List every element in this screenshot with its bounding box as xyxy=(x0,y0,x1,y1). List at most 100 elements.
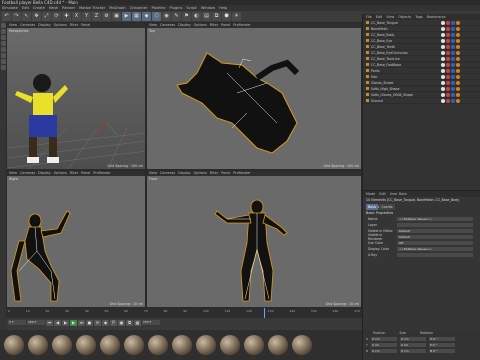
tool-icon[interactable] xyxy=(0,59,6,64)
tag-icon[interactable] xyxy=(451,44,455,49)
attribute-value[interactable] xyxy=(397,253,473,257)
toolbar-icon[interactable]: ☀ xyxy=(232,12,241,21)
tag-icon[interactable] xyxy=(451,68,455,73)
tag-icon[interactable] xyxy=(456,20,460,25)
tag-icon[interactable] xyxy=(456,92,460,97)
tag-icon[interactable] xyxy=(446,50,450,55)
tag-icon[interactable] xyxy=(441,92,445,97)
tag-icon[interactable] xyxy=(446,86,450,91)
material-swatch[interactable] xyxy=(76,335,96,355)
attribute-value[interactable]: <<Multiple Values>> xyxy=(397,247,473,251)
tag-icon[interactable] xyxy=(451,26,455,31)
tag-icon[interactable] xyxy=(441,80,445,85)
tag-icon[interactable] xyxy=(451,50,455,55)
tag-icon[interactable] xyxy=(456,80,460,85)
viewport-front[interactable]: View Cameras Display Options Filter Pane… xyxy=(146,170,362,308)
toolbar-icon[interactable]: Y xyxy=(82,12,91,21)
tag-icon[interactable] xyxy=(451,62,455,67)
tag-icon[interactable] xyxy=(451,38,455,43)
toolbar-icon[interactable]: ▦ xyxy=(132,12,141,21)
tag-icon[interactable] xyxy=(456,62,460,67)
tag-icon[interactable] xyxy=(441,56,445,61)
tag-icon[interactable] xyxy=(451,86,455,91)
coord-rotation-field[interactable]: P 0 ° xyxy=(428,343,455,347)
tag-icon[interactable] xyxy=(441,20,445,25)
tag-icon[interactable] xyxy=(441,38,445,43)
tag-icon[interactable] xyxy=(441,62,445,67)
tag-icon[interactable] xyxy=(441,86,445,91)
toolbar-icon[interactable]: Z xyxy=(92,12,101,21)
tag-icon[interactable] xyxy=(441,44,445,49)
transport-button[interactable]: ⟳ xyxy=(94,319,101,326)
viewport-right[interactable]: View Cameras Display Options Filter Pane… xyxy=(6,170,146,308)
material-swatch[interactable] xyxy=(4,335,24,355)
tool-icon[interactable] xyxy=(0,47,6,52)
tag-icon[interactable] xyxy=(451,98,455,103)
transport-button[interactable]: ⧉ xyxy=(126,319,133,326)
tag-icon[interactable] xyxy=(446,26,450,31)
tag-icon[interactable] xyxy=(456,32,460,37)
tag-icon[interactable] xyxy=(446,38,450,43)
toolbar-icon[interactable]: ⬡ xyxy=(152,12,161,21)
toolbar-icon[interactable]: ▶ xyxy=(122,12,131,21)
toolbar-icon[interactable]: ✎ xyxy=(172,12,181,21)
toolbar-icon[interactable]: ✥ xyxy=(32,12,41,21)
tag-icon[interactable] xyxy=(441,32,445,37)
transport-button[interactable]: ⏮ xyxy=(46,319,53,326)
tag-icon[interactable] xyxy=(446,20,450,25)
transport-button[interactable]: ◀ xyxy=(54,319,61,326)
material-swatch[interactable] xyxy=(28,335,48,355)
coord-size-field[interactable]: 0 cm xyxy=(400,349,427,353)
toolbar-icon[interactable]: ⚙ xyxy=(102,12,111,21)
attribute-value[interactable]: Default xyxy=(397,235,473,239)
transport-button[interactable]: ⏭ xyxy=(78,319,85,326)
toolbar-icon[interactable]: ↖ xyxy=(22,12,31,21)
tag-icon[interactable] xyxy=(446,62,450,67)
tag-icon[interactable] xyxy=(456,98,460,103)
tag-icon[interactable] xyxy=(451,20,455,25)
transport-button[interactable]: ▶ xyxy=(62,319,69,326)
tag-icon[interactable] xyxy=(441,98,445,103)
transport-button[interactable]: ▦ xyxy=(134,319,141,326)
coord-position-field[interactable]: 0 cm xyxy=(371,337,398,341)
tag-icon[interactable] xyxy=(456,38,460,43)
tag-icon[interactable] xyxy=(456,26,460,31)
tag-icon[interactable] xyxy=(446,56,450,61)
tag-icon[interactable] xyxy=(446,68,450,73)
toolbar-icon[interactable]: ✚ xyxy=(62,12,71,21)
transport-button[interactable]: ● xyxy=(86,319,93,326)
tag-icon[interactable] xyxy=(451,32,455,37)
tag-icon[interactable] xyxy=(446,92,450,97)
tag-icon[interactable] xyxy=(456,74,460,79)
tag-icon[interactable] xyxy=(441,50,445,55)
attribute-value[interactable] xyxy=(397,223,473,227)
start-frame-field[interactable]: 0 F xyxy=(8,320,26,325)
tag-icon[interactable] xyxy=(456,86,460,91)
material-swatch[interactable] xyxy=(244,335,264,355)
timeline-playhead[interactable] xyxy=(264,308,265,318)
toolbar-icon[interactable]: ◆ xyxy=(142,12,151,21)
tag-icon[interactable] xyxy=(446,98,450,103)
material-swatch[interactable] xyxy=(172,335,192,355)
toolbar-icon[interactable]: ⬢ xyxy=(222,12,231,21)
transport-button[interactable]: ◆ xyxy=(102,319,109,326)
transport-button[interactable]: P xyxy=(110,319,117,326)
tag-icon[interactable] xyxy=(441,74,445,79)
tag-icon[interactable] xyxy=(441,26,445,31)
toolbar-icon[interactable]: ⚑ xyxy=(182,12,191,21)
timeline[interactable]: 0 10 20 30 40 50 60 70 80 90 100 110 120 130 140 150 160… xyxy=(6,308,362,318)
tag-icon[interactable] xyxy=(451,74,455,79)
tool-icon[interactable] xyxy=(0,41,6,46)
attribute-value[interactable]: <<Multiple Values>> xyxy=(397,217,473,221)
transport-button[interactable]: ▶ xyxy=(70,319,77,326)
material-swatch[interactable] xyxy=(220,335,240,355)
tag-icon[interactable] xyxy=(446,32,450,37)
attribute-value[interactable]: Default xyxy=(397,229,473,233)
toolbar-icon[interactable]: ↶ xyxy=(2,12,11,21)
tag-icon[interactable] xyxy=(456,50,460,55)
tool-icon[interactable] xyxy=(0,29,6,34)
tool-icon[interactable] xyxy=(0,53,6,58)
toolbar-icon[interactable]: ◐ xyxy=(192,12,201,21)
material-swatch[interactable] xyxy=(148,335,168,355)
tag-icon[interactable] xyxy=(451,80,455,85)
